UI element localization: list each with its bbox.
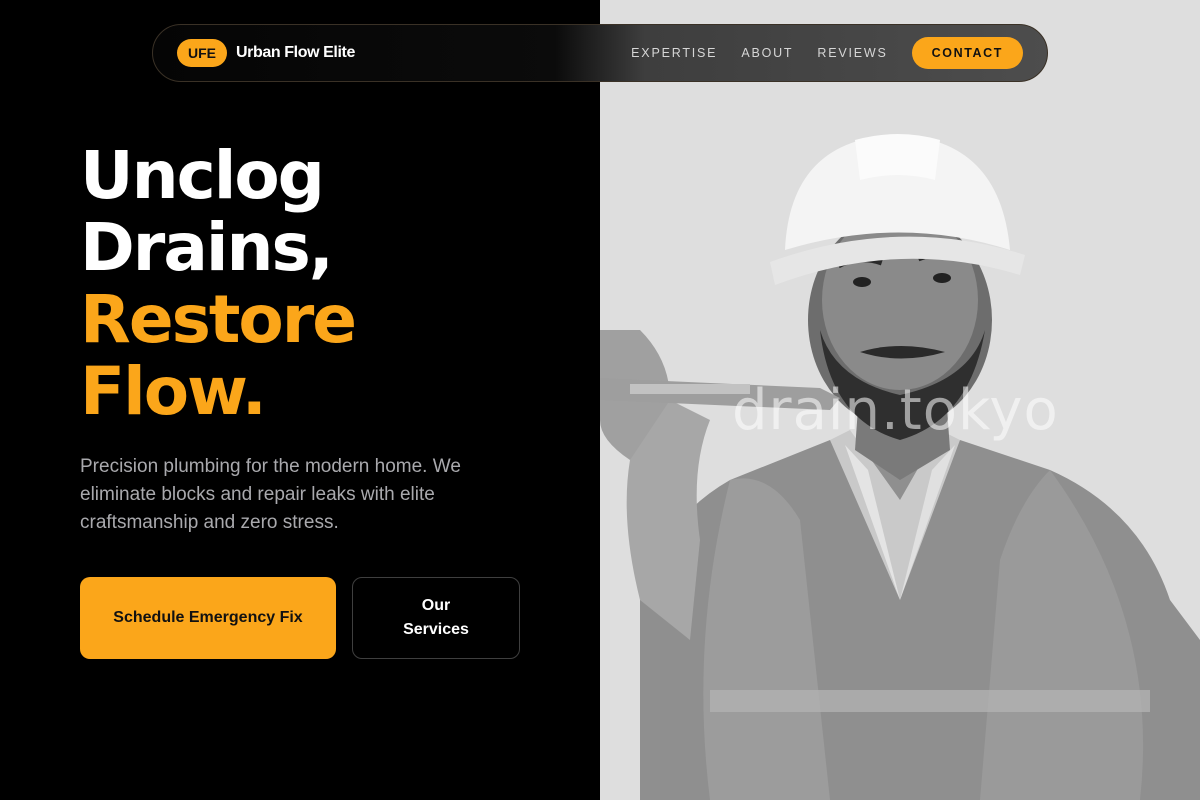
- brand-name: Urban Flow Elite: [236, 44, 355, 61]
- brand-badge: UFE: [177, 39, 227, 67]
- nav-link-reviews[interactable]: REVIEWS: [817, 46, 887, 60]
- contact-button[interactable]: CONTACT: [911, 37, 1023, 69]
- headline-line-1: Unclog: [80, 137, 325, 214]
- schedule-emergency-fix-button[interactable]: Schedule Emergency Fix: [80, 577, 336, 659]
- nav-link-expertise[interactable]: EXPERTISE: [631, 46, 717, 60]
- nav-link-about[interactable]: ABOUT: [741, 46, 793, 60]
- headline-line-3: Restore: [80, 281, 357, 358]
- brand-logo[interactable]: UFE Urban Flow Elite: [177, 39, 355, 67]
- nav-links: EXPERTISE ABOUT REVIEWS CONTACT: [631, 37, 1023, 69]
- headline-line-2: Drains,: [80, 209, 334, 286]
- hero-description: Precision plumbing for the modern home. …: [80, 456, 461, 533]
- photo-watermark: drain.tokyo: [732, 378, 1059, 443]
- headline-line-4: Flow.: [80, 353, 267, 430]
- top-navbar: UFE Urban Flow Elite EXPERTISE ABOUT REV…: [152, 24, 1048, 82]
- hero-headline: Unclog Drains, Restore Flow.: [80, 137, 357, 430]
- our-services-button[interactable]: Our Services: [352, 577, 520, 659]
